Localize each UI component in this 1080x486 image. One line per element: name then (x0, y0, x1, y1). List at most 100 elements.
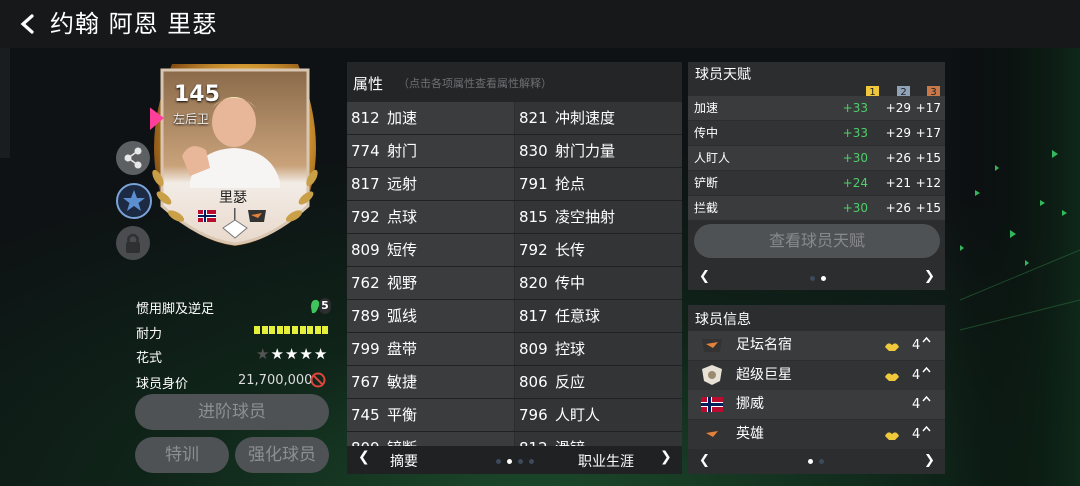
player-info-name: 挪威 (736, 396, 764, 412)
attribute-cell[interactable]: 809 控球 (515, 333, 682, 365)
player-info-row[interactable]: 挪威 4 (688, 390, 945, 419)
attributes-list[interactable]: 812 加速 821 冲刺速度 774 射门 830 射门力量 817 远射 791 抢点 792 点球 8… (347, 102, 682, 446)
summary-tab[interactable]: 摘要 (390, 451, 418, 471)
player-info-name: 超级巨星 (736, 366, 792, 383)
weak-foot-label: 惯用脚及逆足 (136, 302, 215, 317)
info-prev-button[interactable]: ❮ (699, 453, 710, 468)
attribute-row: 767 敏捷 806 反应 (347, 366, 682, 399)
lock-button[interactable] (116, 226, 150, 260)
career-tab[interactable]: 职业生涯 (578, 451, 634, 471)
attribute-value: 821 (519, 109, 548, 127)
talent-bonus-rank-3: +15 (915, 151, 941, 165)
attribute-name: 点球 (387, 208, 418, 226)
attribute-cell[interactable]: 809 铲断 (347, 432, 514, 446)
stamina-segment (299, 326, 306, 334)
market-value: 21,700,000 (238, 373, 313, 388)
card-position: 左后卫 (173, 112, 210, 126)
favorite-button[interactable] (116, 183, 152, 219)
attribute-name: 铲断 (387, 439, 417, 446)
attribute-cell[interactable]: 762 视野 (347, 267, 514, 299)
attribute-cell[interactable]: 815 凌空抽射 (515, 201, 682, 233)
player-info-name: 足坛名宿 (736, 337, 792, 353)
talent-bonus-rank-3: +12 (915, 176, 941, 190)
attribute-cell[interactable]: 812 加速 (347, 102, 514, 134)
player-info-name: 英雄 (736, 425, 764, 442)
talents-next-button[interactable]: ❯ (924, 269, 935, 284)
hero-badge-icon (248, 210, 266, 222)
page-dot (529, 459, 534, 464)
attributes-next-button[interactable]: ❯ (660, 449, 672, 465)
attributes-prev-button[interactable]: ❮ (358, 449, 370, 465)
attribute-name: 冲刺速度 (555, 109, 616, 127)
attribute-row: 812 加速 821 冲刺速度 (347, 102, 682, 135)
attribute-cell[interactable]: 821 冲刺速度 (515, 102, 682, 134)
attribute-value: 809 (351, 432, 383, 446)
back-button[interactable] (14, 10, 42, 38)
player-info-row[interactable]: 英雄 4 (688, 419, 945, 449)
attribute-cell[interactable]: 806 反应 (515, 366, 682, 398)
skill-star: ★ (284, 345, 300, 363)
stamina-segment (292, 326, 298, 334)
page-dot (810, 276, 815, 281)
attribute-cell[interactable]: 789 弧线 (347, 300, 514, 332)
info-next-button[interactable]: ❯ (924, 453, 935, 468)
page-dot-active (821, 276, 826, 281)
attribute-cell[interactable]: 792 点球 (347, 201, 514, 233)
attribute-cell[interactable]: 812 滑铲 (515, 432, 682, 446)
stamina-segment (261, 326, 268, 334)
attribute-name: 人盯人 (555, 406, 601, 424)
attributes-title: 属性 (353, 75, 384, 93)
talent-name: 加速 (694, 101, 719, 115)
stamina-segment (269, 326, 276, 334)
view-talents-button[interactable]: 查看球员天赋 (694, 224, 940, 258)
attribute-value: 792 (351, 208, 380, 226)
attribute-cell[interactable]: 799 盘带 (347, 333, 514, 365)
attribute-value: 812 (351, 109, 380, 127)
attribute-cell[interactable]: 767 敏捷 (347, 366, 514, 398)
attribute-cell[interactable]: 792 长传 (515, 234, 682, 266)
player-info-row[interactable]: 超级巨星 4 (688, 360, 945, 390)
attribute-name: 反应 (555, 373, 586, 391)
player-info-value: 4 (912, 397, 921, 412)
untradeable-icon (310, 372, 326, 388)
share-button[interactable] (116, 141, 150, 175)
share-icon (124, 147, 142, 169)
weak-foot-value: 5 (319, 298, 331, 314)
attribute-cell[interactable]: 745 平衡 (347, 399, 514, 431)
attribute-value: 767 (351, 373, 380, 391)
weak-foot-indicator: 5 (307, 296, 331, 318)
attribute-cell[interactable]: 796 人盯人 (515, 399, 682, 431)
attribute-value: 792 (519, 241, 548, 259)
player-info-row[interactable]: 足坛名宿 4 (688, 331, 945, 360)
talents-prev-button[interactable]: ❮ (699, 269, 710, 284)
attribute-value: 812 (519, 432, 551, 446)
attribute-cell[interactable]: 820 传中 (515, 267, 682, 299)
attribute-cell[interactable]: 774 射门 (347, 135, 514, 167)
hero-badge-icon (702, 427, 722, 441)
special-training-button[interactable]: 特训 (135, 437, 229, 473)
skill-star: ★ (256, 345, 271, 363)
stamina-label: 耐力 (136, 327, 163, 342)
attribute-name: 射门 (387, 142, 418, 160)
strengthen-player-button[interactable]: 强化球员 (235, 437, 329, 473)
attribute-cell[interactable]: 791 抢点 (515, 168, 682, 200)
attribute-cell[interactable]: 817 远射 (347, 168, 514, 200)
talent-row: 铲断 +24 +21 +12 (688, 171, 945, 195)
attribute-value: 791 (519, 175, 548, 193)
skill-moves-label: 花式 (136, 351, 163, 366)
talent-bonus-rank-1: +24 (842, 176, 868, 190)
page-dot-active (507, 459, 512, 464)
attribute-cell[interactable]: 809 短传 (347, 234, 514, 266)
talents-title: 球员天赋 (695, 67, 751, 83)
attribute-value: 799 (351, 340, 380, 358)
attribute-name: 控球 (555, 340, 586, 358)
card-rating: 145 (174, 82, 220, 107)
player-info-value: 4 (912, 338, 921, 353)
attribute-cell[interactable]: 817 任意球 (515, 300, 682, 332)
attribute-cell[interactable]: 830 射门力量 (515, 135, 682, 167)
attribute-name: 短传 (387, 241, 418, 259)
advance-player-button[interactable]: 进阶球员 (135, 394, 329, 430)
skill-star: ★ (299, 345, 314, 363)
stamina-segment (276, 326, 283, 334)
stamina-segment (254, 326, 260, 334)
